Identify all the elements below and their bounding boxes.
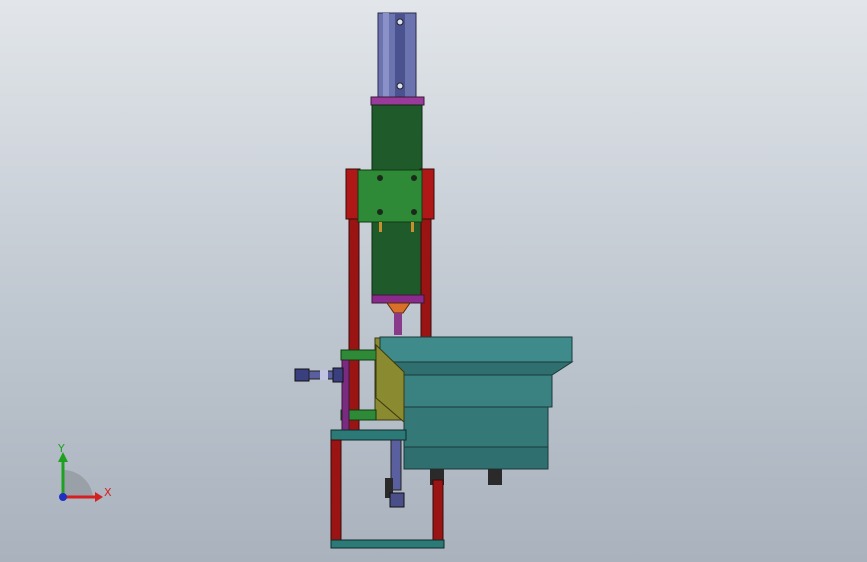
- vibration-bowl[interactable]: [378, 336, 574, 485]
- triad-x-label: X: [104, 486, 112, 499]
- cad-viewport[interactable]: Y X: [0, 0, 867, 562]
- side-cylinder-left[interactable]: [294, 367, 344, 383]
- top-cap-plate: [370, 96, 425, 106]
- linear-guide-top[interactable]: [377, 12, 417, 98]
- cylinder-bottom-cap: [371, 294, 425, 304]
- bottom-cylinder[interactable]: [385, 439, 405, 508]
- assembly-model[interactable]: [0, 0, 867, 562]
- triad-y-label: Y: [58, 442, 65, 455]
- coordinate-triad: [58, 452, 103, 502]
- nozzle-cone: [386, 302, 411, 314]
